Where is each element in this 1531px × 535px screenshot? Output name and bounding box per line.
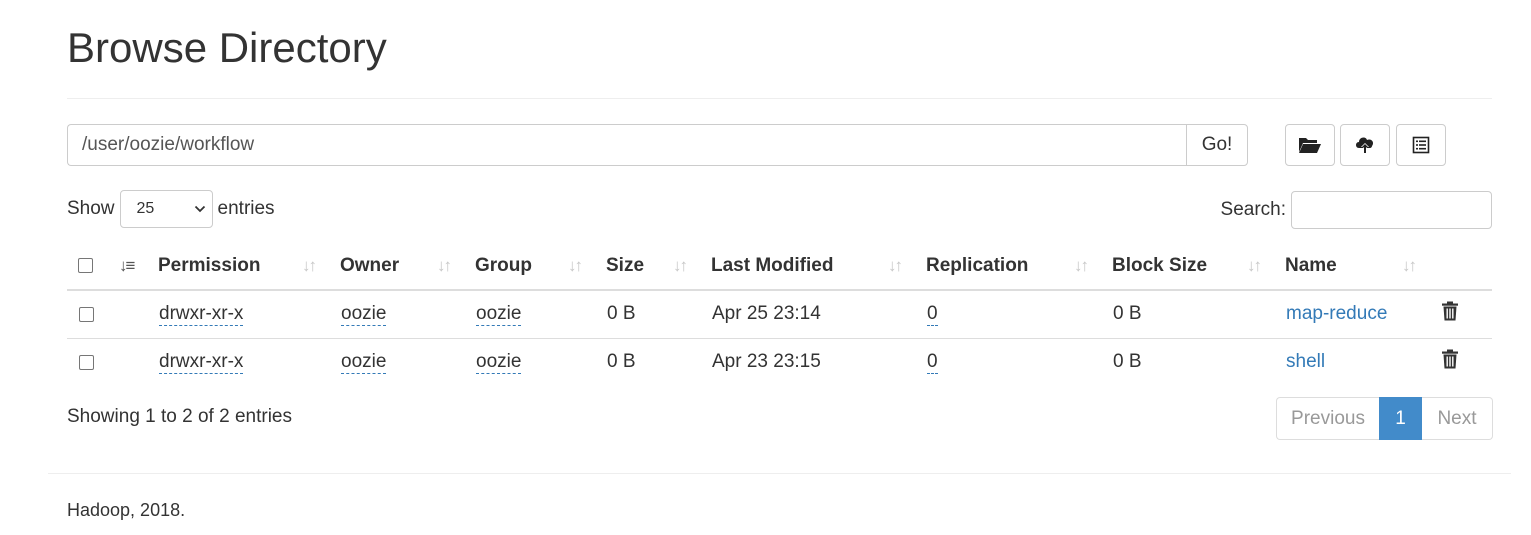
pagination: Previous 1 Next bbox=[1276, 397, 1493, 440]
sort-icon: ↓↑ bbox=[568, 256, 583, 275]
sort-ascending-icon: ↓≡ bbox=[119, 256, 135, 275]
trash-icon[interactable] bbox=[1441, 349, 1459, 375]
sort-default-header[interactable]: ↓≡ bbox=[119, 242, 158, 291]
header-group[interactable]: Group ↓↑ bbox=[475, 242, 606, 291]
file-name-link[interactable]: shell bbox=[1286, 351, 1325, 372]
folder-open-icon bbox=[1298, 136, 1322, 154]
actions-cell bbox=[1440, 290, 1492, 338]
sort-icon: ↓↑ bbox=[1247, 256, 1262, 275]
path-bar: Go! bbox=[67, 124, 1248, 166]
block-size-cell: 0 B bbox=[1113, 303, 1142, 325]
select-all-header bbox=[67, 242, 119, 291]
name-cell: map-reduce bbox=[1285, 290, 1440, 338]
actions-header bbox=[1440, 242, 1492, 291]
sort-icon: ↓↑ bbox=[302, 256, 317, 275]
row-checkbox[interactable] bbox=[79, 306, 94, 322]
trash-icon[interactable] bbox=[1441, 301, 1459, 327]
footer-divider bbox=[48, 473, 1511, 474]
next-page-button[interactable]: Next bbox=[1422, 397, 1493, 440]
table-row: drwxr-xr-x oozie oozie 0 B Apr 23 23:15 … bbox=[67, 337, 1492, 386]
search-control: Search: bbox=[1221, 191, 1492, 229]
owner-cell: oozie bbox=[340, 337, 475, 386]
entries-per-page-select[interactable]: 25 bbox=[119, 190, 213, 228]
permission-value[interactable]: drwxr-xr-x bbox=[159, 351, 244, 375]
header-owner[interactable]: Owner ↓↑ bbox=[340, 242, 475, 291]
header-owner-label: Owner bbox=[340, 254, 400, 276]
entries-per-page-value: 25 bbox=[136, 200, 155, 217]
row-spacer-cell bbox=[119, 337, 158, 386]
cut-paste-list-button[interactable] bbox=[1396, 124, 1446, 166]
row-spacer-cell bbox=[119, 290, 158, 338]
title-divider bbox=[67, 98, 1492, 99]
entries-length-control: Show 25 entries bbox=[67, 190, 275, 228]
header-size[interactable]: Size ↓↑ bbox=[606, 242, 711, 291]
select-all-checkbox[interactable] bbox=[78, 257, 93, 273]
permission-cell: drwxr-xr-x bbox=[158, 337, 340, 386]
cloud-upload-icon bbox=[1354, 135, 1376, 155]
replication-value[interactable]: 0 bbox=[927, 351, 938, 375]
permission-value[interactable]: drwxr-xr-x bbox=[159, 303, 244, 327]
permission-cell: drwxr-xr-x bbox=[158, 290, 340, 338]
table-row: drwxr-xr-x oozie oozie 0 B Apr 25 23:14 … bbox=[67, 290, 1492, 338]
previous-page-button[interactable]: Previous bbox=[1276, 397, 1379, 440]
row-select-cell bbox=[67, 337, 119, 386]
replication-cell: 0 bbox=[926, 337, 1112, 386]
header-block-size[interactable]: Block Size ↓↑ bbox=[1112, 242, 1285, 291]
name-cell: shell bbox=[1285, 337, 1440, 386]
chevron-down-icon bbox=[194, 200, 206, 218]
search-input[interactable] bbox=[1291, 191, 1492, 229]
footer-text: Hadoop, 2018. bbox=[67, 500, 186, 520]
directory-path-input[interactable] bbox=[67, 124, 1186, 166]
header-permission[interactable]: Permission ↓↑ bbox=[158, 242, 340, 291]
file-table: ↓≡ Permission ↓↑ Owner ↓↑ Group ↓↑ Size … bbox=[67, 242, 1492, 386]
list-icon bbox=[1412, 136, 1430, 154]
header-replication-label: Replication bbox=[926, 254, 1029, 276]
show-label: Show bbox=[67, 198, 115, 219]
sort-icon: ↓↑ bbox=[888, 256, 903, 275]
table-header-row: ↓≡ Permission ↓↑ Owner ↓↑ Group ↓↑ Size … bbox=[67, 242, 1492, 291]
header-last-modified[interactable]: Last Modified ↓↑ bbox=[711, 242, 926, 291]
row-select-cell bbox=[67, 290, 119, 338]
group-cell: oozie bbox=[475, 290, 606, 338]
sort-icon: ↓↑ bbox=[1402, 256, 1417, 275]
last-modified-cell: Apr 25 23:14 bbox=[712, 303, 821, 325]
header-last-modified-label: Last Modified bbox=[711, 254, 834, 276]
header-block-size-label: Block Size bbox=[1112, 254, 1208, 276]
page-title: Browse Directory bbox=[67, 24, 387, 71]
sort-icon: ↓↑ bbox=[1074, 256, 1089, 275]
sort-icon: ↓↑ bbox=[437, 256, 452, 275]
group-value[interactable]: oozie bbox=[476, 351, 522, 375]
search-label: Search: bbox=[1220, 199, 1286, 220]
header-name-label: Name bbox=[1285, 254, 1337, 276]
go-button[interactable]: Go! bbox=[1186, 124, 1248, 166]
header-size-label: Size bbox=[606, 254, 645, 276]
create-directory-button[interactable] bbox=[1285, 124, 1335, 166]
header-replication[interactable]: Replication ↓↑ bbox=[926, 242, 1112, 291]
header-name[interactable]: Name ↓↑ bbox=[1285, 242, 1440, 291]
last-modified-cell: Apr 23 23:15 bbox=[711, 337, 926, 386]
size-cell: 0 B bbox=[607, 303, 636, 325]
upload-files-button[interactable] bbox=[1340, 124, 1390, 166]
entries-label: entries bbox=[217, 198, 275, 219]
row-checkbox[interactable] bbox=[79, 354, 94, 370]
file-name-link[interactable]: map-reduce bbox=[1286, 303, 1387, 324]
size-cell: 0 B bbox=[606, 337, 711, 386]
header-group-label: Group bbox=[475, 254, 532, 276]
block-size-cell: 0 B bbox=[1112, 337, 1285, 386]
header-permission-label: Permission bbox=[158, 254, 261, 276]
replication-value[interactable]: 0 bbox=[927, 303, 938, 327]
page-1-button[interactable]: 1 bbox=[1379, 397, 1422, 440]
group-cell: oozie bbox=[475, 337, 606, 386]
owner-cell: oozie bbox=[340, 290, 475, 338]
sort-icon: ↓↑ bbox=[673, 256, 688, 275]
actions-cell bbox=[1440, 337, 1492, 386]
group-value[interactable]: oozie bbox=[476, 303, 522, 327]
replication-cell: 0 bbox=[926, 290, 1112, 338]
table-info: Showing 1 to 2 of 2 entries bbox=[67, 406, 292, 427]
owner-value[interactable]: oozie bbox=[341, 351, 387, 375]
owner-value[interactable]: oozie bbox=[341, 303, 387, 327]
